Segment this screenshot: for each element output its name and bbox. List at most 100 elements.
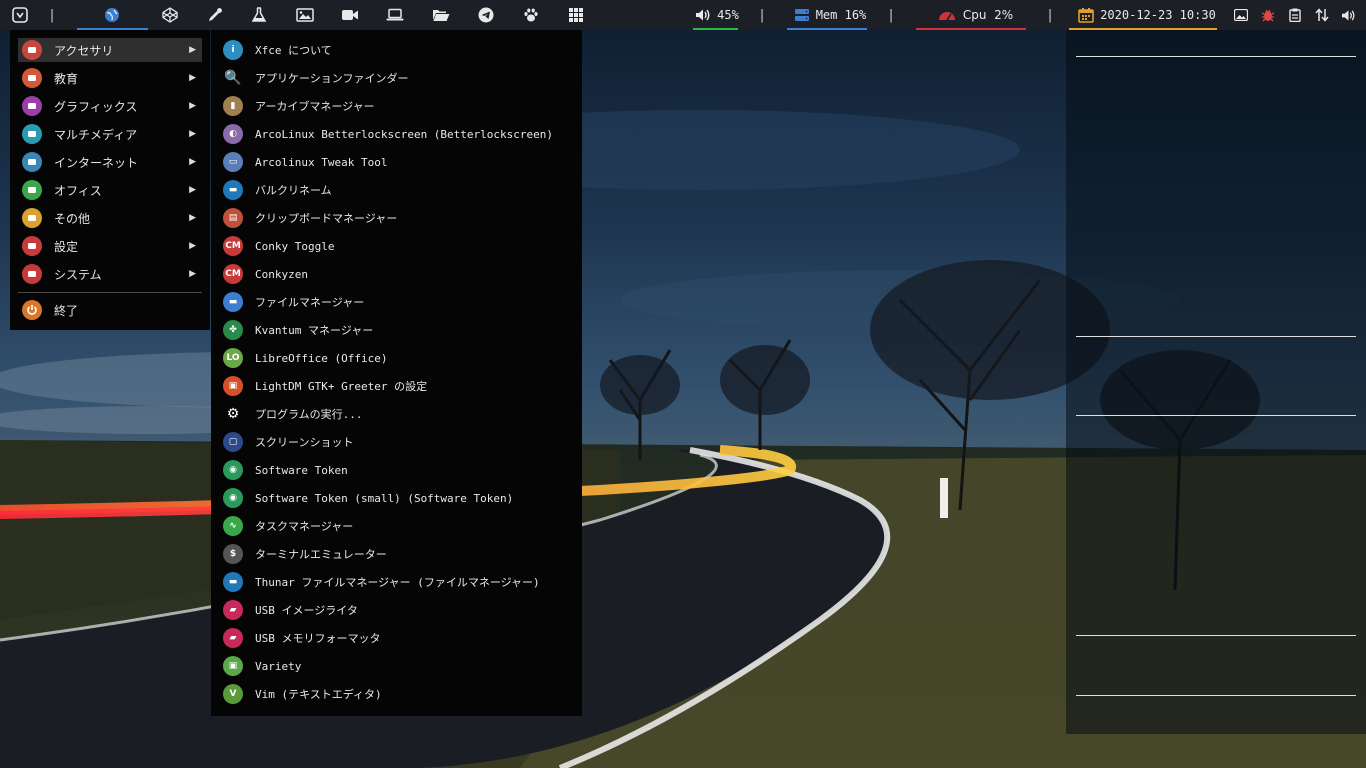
menu-app-item[interactable]: 🔍 アプリケーションファインダー — [221, 66, 576, 90]
menu-app-item[interactable]: LO LibreOffice (Office) — [221, 346, 576, 370]
conky-divider — [1076, 415, 1356, 416]
menu-app-item[interactable]: ▣ LightDM GTK+ Greeter の設定 — [221, 374, 576, 398]
menu-category-item[interactable]: アクセサリ ▶ — [18, 38, 202, 62]
panel-separator: | — [887, 7, 895, 23]
menu-app-item[interactable]: ⚙ プログラムの実行... — [221, 402, 576, 426]
vim-icon: V — [223, 684, 243, 704]
menu-app-label: Variety — [255, 659, 302, 673]
menu-app-item[interactable]: $ ターミナルエミュレーター — [221, 542, 576, 566]
laptop-icon[interactable] — [383, 0, 407, 30]
office-icon — [22, 180, 42, 200]
submenu-arrow-icon: ▶ — [189, 45, 196, 55]
clipboard-tray-icon[interactable] — [1286, 0, 1304, 30]
menu-category-item[interactable]: グラフィックス ▶ — [18, 94, 202, 118]
tweak-tool-icon: ▭ — [223, 152, 243, 172]
grid-icon[interactable] — [564, 0, 588, 30]
menu-category-label: その他 — [54, 211, 91, 226]
bulk-rename-icon: ▬ — [223, 180, 243, 200]
conky-divider — [1076, 336, 1356, 337]
volume-indicator[interactable]: 45% — [690, 0, 744, 30]
menu-app-item[interactable]: ▰ USB メモリフォーマッタ — [221, 626, 576, 650]
folder-open-icon[interactable] — [429, 0, 453, 30]
menu-app-label: Software Token — [255, 463, 348, 477]
menu-category-item[interactable]: オフィス ▶ — [18, 178, 202, 202]
menu-app-item[interactable]: ▬ バルクリネーム — [221, 178, 576, 202]
volume-underline — [693, 28, 738, 30]
globe-icon[interactable] — [100, 0, 124, 30]
menu-app-item[interactable]: ◐ ArcoLinux Betterlockscreen (Betterlocks… — [221, 122, 576, 146]
submenu-arrow-icon: ▶ — [189, 157, 196, 167]
quit-menu-item[interactable]: 終了 — [18, 298, 202, 322]
menu-app-item[interactable]: ▮ アーカイブマネージャー — [221, 94, 576, 118]
menu-app-item[interactable]: ✤ Kvantum マネージャー — [221, 318, 576, 342]
menu-app-item[interactable]: ◉ Software Token — [221, 458, 576, 482]
submenu-arrow-icon: ▶ — [189, 101, 196, 111]
menu-app-label: ArcoLinux Betterlockscreen (Betterlocksc… — [255, 127, 554, 141]
menu-category-label: オフィス — [54, 183, 102, 198]
menu-category-item[interactable]: 設定 ▶ — [18, 234, 202, 258]
flask-icon[interactable] — [247, 0, 271, 30]
conky-widget — [1066, 30, 1366, 734]
menu-category-label: システム — [54, 267, 102, 282]
menu-category-item[interactable]: その他 ▶ — [18, 206, 202, 230]
menu-app-label: プログラムの実行... — [255, 408, 363, 421]
clock-indicator[interactable]: 2020-12-23 10:30 — [1072, 0, 1222, 30]
cpu-indicator[interactable]: Cpu 2% — [930, 0, 1020, 30]
menu-app-label: ファイルマネージャー — [255, 296, 365, 309]
menu-app-item[interactable]: ▬ ファイルマネージャー — [221, 290, 576, 314]
settings-icon — [22, 236, 42, 256]
menu-app-item[interactable]: ▭ Arcolinux Tweak Tool — [221, 150, 576, 174]
video-camera-icon[interactable] — [338, 0, 362, 30]
menu-app-item[interactable]: ◉ Software Token (small) (Software Token) — [221, 486, 576, 510]
kvantum-icon: ✤ — [223, 320, 243, 340]
speaker-icon — [696, 9, 710, 21]
menu-category-item[interactable]: インターネット ▶ — [18, 150, 202, 174]
menu-app-label: Arcolinux Tweak Tool — [255, 155, 388, 169]
system-icon — [22, 264, 42, 284]
codepen-icon[interactable] — [158, 0, 182, 30]
betterlockscreen-icon: ◐ — [223, 124, 243, 144]
archive-manager-icon: ▮ — [223, 96, 243, 116]
menu-app-item[interactable]: ▣ Variety — [221, 654, 576, 678]
menu-app-label: ターミナルエミュレーター — [255, 548, 387, 561]
menu-app-item[interactable]: i Xfce について — [221, 38, 576, 62]
menu-app-item[interactable]: ▬ Thunar ファイルマネージャー (ファイルマネージャー) — [221, 570, 576, 594]
menu-category-label: グラフィックス — [54, 99, 138, 114]
whisker-menu-icon[interactable] — [8, 0, 32, 30]
menu-category-item[interactable]: マルチメディア ▶ — [18, 122, 202, 146]
other-icon — [22, 208, 42, 228]
network-tray-icon[interactable] — [1313, 0, 1331, 30]
menu-items-panel: i Xfce について 🔍 アプリケーションファインダー ▮ アーカイブマネージャー ◐ Ar… — [211, 30, 582, 716]
menu-app-item[interactable]: ▢ スクリーンショット — [221, 430, 576, 454]
speaker-tray-icon[interactable] — [1339, 0, 1357, 30]
conky-divider — [1076, 635, 1356, 636]
conky-divider — [1076, 695, 1356, 696]
paw-icon[interactable] — [519, 0, 543, 30]
menu-app-label: タスクマネージャー — [255, 520, 354, 533]
bug-tray-icon[interactable] — [1259, 0, 1277, 30]
menu-category-item[interactable]: システム ▶ — [18, 262, 202, 286]
xfce-about-icon: i — [223, 40, 243, 60]
menu-app-item[interactable]: ∿ タスクマネージャー — [221, 514, 576, 538]
eyedropper-icon[interactable] — [203, 0, 227, 30]
menu-app-label: Vim (テキストエディタ) — [255, 688, 382, 701]
memory-indicator[interactable]: Mem 16% — [790, 0, 870, 30]
menu-app-label: バルクリネーム — [255, 184, 332, 197]
menu-app-item[interactable]: V Vim (テキストエディタ) — [221, 682, 576, 706]
menu-app-item[interactable]: CM Conkyzen — [221, 262, 576, 286]
menu-app-item[interactable]: ▤ クリップボードマネージャー — [221, 206, 576, 230]
menu-app-item[interactable]: ▰ USB イメージライタ — [221, 598, 576, 622]
image-icon[interactable] — [293, 0, 317, 30]
usb-formatter-icon: ▰ — [223, 628, 243, 648]
menu-category-label: 設定 — [54, 239, 79, 254]
menu-app-label: アプリケーションファインダー — [255, 72, 409, 85]
menu-category-item[interactable]: 教育 ▶ — [18, 66, 202, 90]
panel-separator: | — [1046, 7, 1054, 23]
thunar-icon: ▬ — [223, 572, 243, 592]
internet-icon — [22, 152, 42, 172]
screenshot-icon: ▢ — [223, 432, 243, 452]
menu-app-label: USB イメージライタ — [255, 604, 358, 617]
telegram-icon[interactable] — [474, 0, 498, 30]
photo-tray-icon[interactable] — [1232, 0, 1250, 30]
menu-app-item[interactable]: CM Conky Toggle — [221, 234, 576, 258]
